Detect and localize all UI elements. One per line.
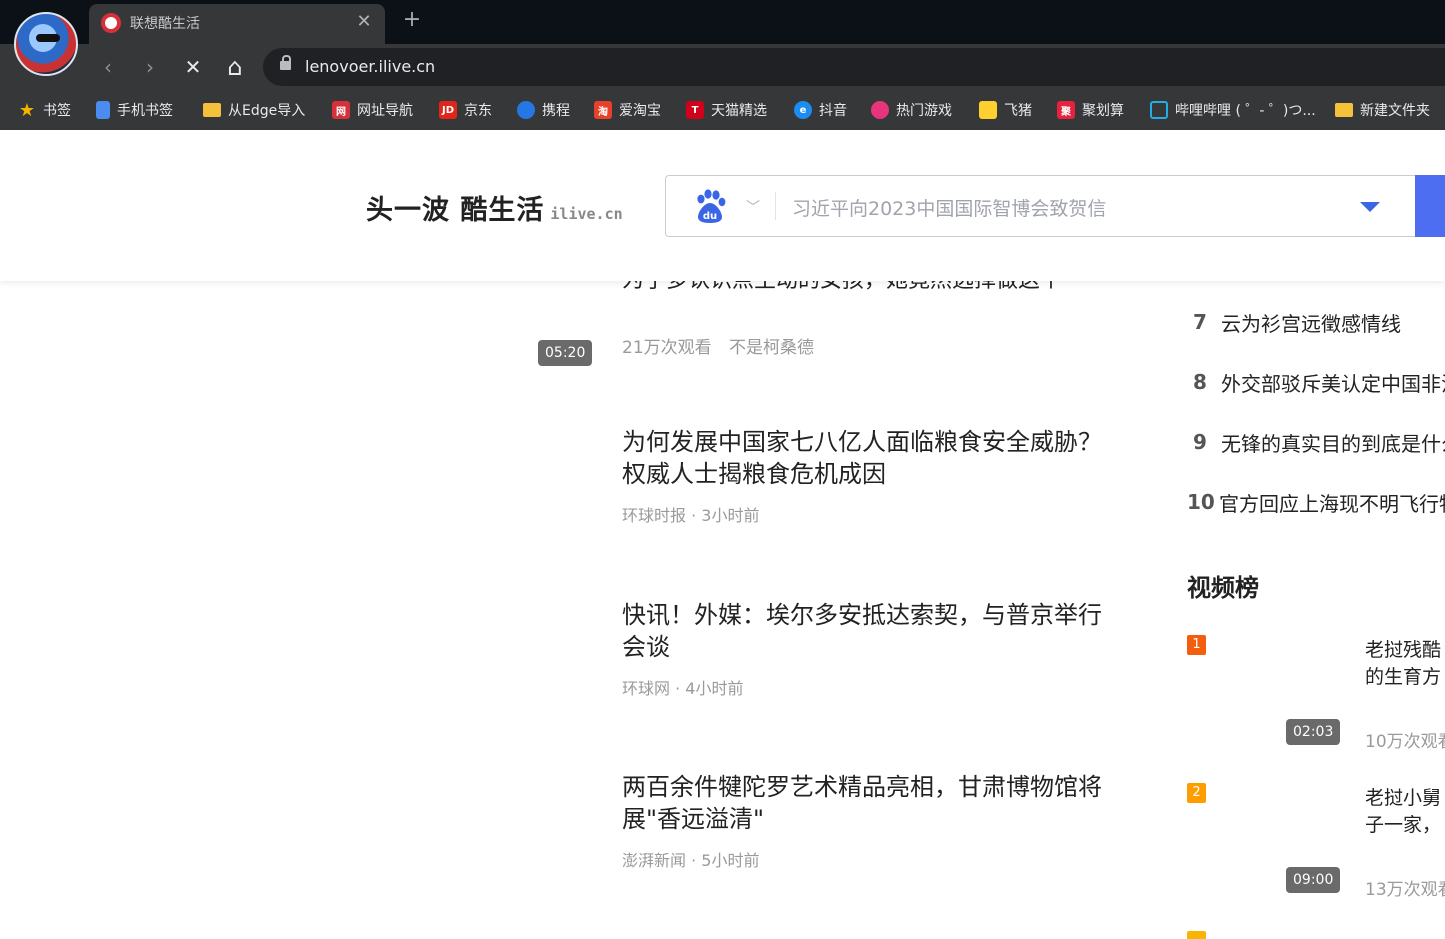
fliggy-icon bbox=[979, 101, 997, 119]
hot-title[interactable]: 无锋的真实目的到底是什么 bbox=[1221, 428, 1445, 457]
news-item[interactable]: 快讯！外媒：埃尔多安抵达索契，与普京举行会谈 环球网 · 4小时前 bbox=[622, 599, 1102, 699]
hot-title[interactable]: 外交部驳斥美认定中国非法 bbox=[1221, 368, 1445, 397]
forward-button[interactable]: › bbox=[136, 53, 164, 81]
nav-icon: 网 bbox=[332, 101, 350, 119]
ctrip-icon bbox=[517, 101, 535, 119]
bookmark-item[interactable]: 新建文件夹 bbox=[1335, 98, 1430, 122]
news-meta: 澎湃新闻 · 5小时前 bbox=[622, 851, 760, 870]
star-icon: ★ bbox=[18, 99, 36, 121]
bookmark-item[interactable]: 从Edge导入 bbox=[203, 98, 305, 122]
back-button[interactable]: ‹ bbox=[94, 53, 122, 81]
douyin-icon: e bbox=[794, 101, 812, 119]
video-rank-badge: 2 bbox=[1187, 783, 1206, 803]
hot-rank: 10 bbox=[1187, 490, 1215, 514]
view-count: 10万次观看 bbox=[1365, 732, 1445, 752]
video-title[interactable]: 老挝残酷的生育方式，孕妇 bbox=[1365, 637, 1445, 691]
tab-close-icon[interactable]: ✕ bbox=[353, 11, 375, 33]
hot-list-item[interactable]: 8 外交部驳斥美认定中国非法 bbox=[1187, 367, 1445, 397]
address-bar[interactable]: lenovoer.ilive.cn bbox=[263, 48, 1445, 86]
video-duration: 05:20 bbox=[538, 340, 593, 366]
search-history-dropdown-icon[interactable] bbox=[1360, 202, 1380, 212]
lenovo-favicon-icon bbox=[101, 13, 121, 33]
jd-icon: JD bbox=[439, 101, 457, 119]
bookmarks-bar: ★ 书签 手机书签 从Edge导入 网 网址导航 JD 京东 携程 淘 爱淘宝 … bbox=[0, 90, 1445, 130]
hot-list-item[interactable]: 10 官方回应上海现不明飞行物 bbox=[1187, 487, 1445, 517]
news-item[interactable]: 两百余件犍陀罗艺术精品亮相，甘肃博物馆将展"香远溢清" 澎湃新闻 · 5小时前 bbox=[622, 771, 1102, 871]
news-title[interactable]: 快讯！外媒：埃尔多安抵达索契，与普京举行会谈 bbox=[622, 599, 1102, 663]
bookmark-item[interactable]: 淘 爱淘宝 bbox=[594, 98, 661, 122]
search-box[interactable]: du ﹀ 习近平向2023中国国际智博会致贺信 bbox=[665, 175, 1445, 237]
browser-chrome: 联想酷生活 ✕ + ‹ › ✕ ⌂ lenovoer.ilive.cn ★ 书签… bbox=[0, 0, 1445, 130]
stop-loading-button[interactable]: ✕ bbox=[179, 53, 207, 81]
folder-icon bbox=[1335, 103, 1353, 117]
hot-rank: 7 bbox=[1193, 310, 1207, 334]
video-duration: 02:03 bbox=[1286, 719, 1341, 745]
bookmark-item[interactable]: 飞猪 bbox=[979, 98, 1032, 122]
bookmark-item[interactable]: 网 网址导航 bbox=[332, 98, 413, 122]
search-input[interactable]: 习近平向2023中国国际智博会致贺信 bbox=[792, 194, 1106, 221]
search-divider bbox=[775, 192, 776, 220]
video-duration: 09:00 bbox=[1286, 867, 1341, 893]
hot-rank: 9 bbox=[1193, 430, 1207, 454]
view-count: 13万次观看 bbox=[1365, 880, 1445, 900]
svg-text:du: du bbox=[703, 211, 717, 222]
video-author[interactable]: 不是柯桑德 bbox=[729, 338, 814, 358]
tmall-icon: T bbox=[686, 101, 704, 119]
site-logo[interactable]: 头一波 酷生活 ilive.cn bbox=[366, 188, 623, 227]
bookmark-item[interactable]: 哔哩哔哩 ( ゜- ゜)つ... bbox=[1150, 98, 1316, 122]
video-meta: 21万次观看 不是柯桑德 bbox=[622, 333, 814, 358]
tab-strip: 联想酷生活 ✕ + bbox=[0, 0, 1445, 44]
bilibili-icon bbox=[1150, 101, 1168, 119]
bookmark-item[interactable]: 聚 聚划算 bbox=[1057, 98, 1124, 122]
search-button[interactable] bbox=[1415, 175, 1445, 237]
baidu-paw-icon: du bbox=[697, 189, 726, 223]
tab-active[interactable]: 联想酷生活 ✕ bbox=[89, 4, 385, 44]
hot-title[interactable]: 官方回应上海现不明飞行物 bbox=[1219, 488, 1445, 517]
news-item[interactable]: 为何发展中国家七八亿人面临粮食安全威胁？权威人士揭粮食危机成因 环球时报 · 3… bbox=[622, 426, 1102, 526]
navigation-bar: ‹ › ✕ ⌂ lenovoer.ilive.cn bbox=[0, 44, 1445, 90]
site-header: 头一波 酷生活 ilive.cn du ﹀ 习近平向2023中国国际智博会致贺信 bbox=[0, 130, 1445, 281]
bookmark-item[interactable]: e 抖音 bbox=[794, 98, 847, 122]
view-count: 21万次观看 bbox=[622, 338, 712, 358]
news-meta: 环球时报 · 3小时前 bbox=[622, 506, 760, 525]
news-title[interactable]: 两百余件犍陀罗艺术精品亮相，甘肃博物馆将展"香远溢清" bbox=[622, 771, 1102, 835]
phone-icon bbox=[96, 101, 110, 119]
video-rank-badge: 1 bbox=[1187, 635, 1206, 655]
video-title[interactable]: 老挝小舅子一家，外甥女的 bbox=[1365, 785, 1445, 839]
hot-list-item[interactable]: 9 无锋的真实目的到底是什么 bbox=[1187, 427, 1445, 457]
taobao-icon: 淘 bbox=[594, 101, 612, 119]
bookmark-item[interactable]: 手机书签 bbox=[96, 98, 173, 122]
juhuasuan-icon: 聚 bbox=[1057, 101, 1075, 119]
url-text[interactable]: lenovoer.ilive.cn bbox=[305, 57, 435, 76]
game-icon bbox=[871, 101, 889, 119]
hot-title[interactable]: 云为衫宫远徵感情线 bbox=[1221, 308, 1401, 337]
video-rank-heading: 视频榜 bbox=[1187, 574, 1259, 602]
profile-avatar[interactable] bbox=[14, 12, 78, 76]
bookmark-item[interactable]: T 天猫精选 bbox=[686, 98, 767, 122]
bookmark-item[interactable]: ★ 书签 bbox=[18, 98, 71, 122]
avatar-glasses-icon bbox=[36, 34, 60, 42]
new-tab-button[interactable]: + bbox=[400, 8, 424, 32]
video-rank-badge-partial bbox=[1187, 931, 1206, 939]
engine-dropdown-icon[interactable]: ﹀ bbox=[746, 197, 760, 217]
tab-title: 联想酷生活 bbox=[130, 16, 200, 32]
home-button[interactable]: ⌂ bbox=[221, 53, 249, 81]
hot-rank: 8 bbox=[1193, 370, 1207, 394]
news-meta: 环球网 · 4小时前 bbox=[622, 679, 744, 698]
news-title[interactable]: 为何发展中国家七八亿人面临粮食安全威胁？权威人士揭粮食危机成因 bbox=[622, 426, 1102, 490]
lock-icon bbox=[280, 55, 291, 70]
bookmark-item[interactable]: 热门游戏 bbox=[871, 98, 952, 122]
bookmark-item[interactable]: 携程 bbox=[517, 98, 570, 122]
hot-list-item[interactable]: 7 云为衫宫远徵感情线 bbox=[1187, 307, 1401, 337]
folder-icon bbox=[203, 103, 221, 117]
bookmark-item[interactable]: JD 京东 bbox=[439, 98, 492, 122]
